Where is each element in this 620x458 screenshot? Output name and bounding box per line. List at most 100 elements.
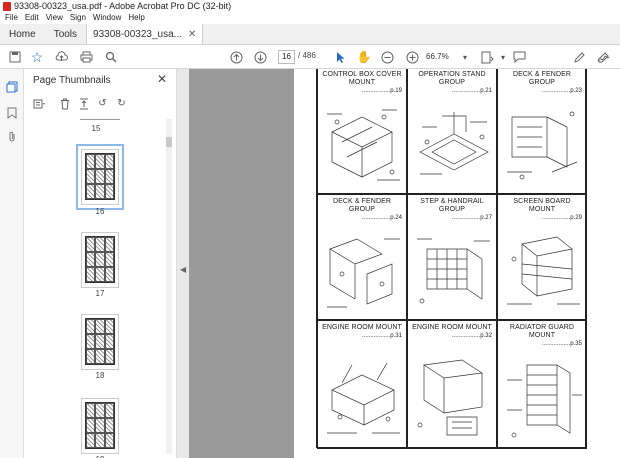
thumbnail-page-18[interactable]: [81, 314, 119, 370]
panel-title: Page Thumbnails: [33, 75, 111, 86]
index-cell[interactable]: CONTROL BOX COVER MOUNT ................…: [317, 69, 407, 194]
menu-sign[interactable]: Sign: [70, 12, 86, 24]
zoom-dropdown-icon[interactable]: ▾: [458, 50, 472, 64]
index-cell[interactable]: DECK & FENDER GROUP .................p.2…: [317, 194, 407, 320]
menu-window[interactable]: Window: [93, 12, 121, 24]
index-cell-page: .................p.35: [541, 341, 582, 347]
thumbnail-label: 15: [91, 124, 101, 133]
page-display-icon[interactable]: [480, 50, 494, 64]
thumbnail-label: 17: [95, 289, 105, 298]
panel-splitter[interactable]: ◀: [177, 69, 189, 458]
parts-diagram: [417, 359, 483, 436]
select-cursor-icon[interactable]: [334, 50, 348, 64]
parts-diagram: [507, 236, 580, 305]
pdf-page: CONTROL BOX COVER MOUNT ................…: [294, 69, 620, 458]
tab-document-label: 93308-00323_usa...: [93, 28, 183, 40]
index-cell-page: .................p.23: [541, 88, 582, 94]
index-cell[interactable]: ENGINE ROOM MOUNT .................p.32: [407, 320, 497, 449]
index-cell[interactable]: RADIATOR GUARD MOUNT .................p.…: [497, 320, 587, 449]
menu-file[interactable]: File: [5, 12, 18, 24]
delete-page-icon[interactable]: [57, 97, 72, 110]
index-cell-title: DECK & FENDER GROUP: [512, 71, 572, 86]
tab-document[interactable]: 93308-00323_usa... ✕: [86, 24, 204, 45]
menu-bar: File Edit View Sign Window Help: [0, 12, 620, 24]
zoom-in-icon[interactable]: [405, 50, 419, 64]
thumbnail-page-19[interactable]: [81, 398, 119, 454]
index-cell[interactable]: OPERATION STAND GROUP .................p…: [407, 69, 497, 194]
window-title: 93308-00323_usa.pdf - Adobe Acrobat Pro …: [14, 1, 232, 11]
index-cell-title: ENGINE ROOM MOUNT: [412, 324, 492, 331]
document-viewer[interactable]: CONTROL BOX COVER MOUNT ................…: [189, 69, 620, 458]
page-number-input[interactable]: 16: [278, 50, 295, 64]
extract-pages-icon[interactable]: [76, 97, 91, 110]
parts-diagram: [327, 238, 400, 308]
index-cell-page: .................p.19: [361, 88, 402, 94]
thumbnail-list: 15 16 17 18 19: [24, 115, 177, 458]
index-cell-page: .................p.32: [451, 333, 492, 339]
tab-home[interactable]: Home: [0, 24, 45, 44]
parts-diagram: [327, 362, 400, 434]
search-icon[interactable]: [104, 50, 118, 64]
index-cell-page: .................p.24: [361, 215, 402, 221]
menu-help[interactable]: Help: [128, 12, 144, 24]
index-cell[interactable]: DECK & FENDER GROUP .................p.2…: [497, 69, 587, 194]
index-cell-title: ENGINE ROOM MOUNT: [322, 324, 402, 331]
parts-diagram: [507, 364, 582, 438]
index-cell-page: .................p.27: [451, 215, 492, 221]
parts-diagram: [327, 109, 400, 181]
page-thumbnails-icon[interactable]: [6, 81, 18, 93]
page-display-dropdown-icon[interactable]: ▾: [496, 50, 510, 64]
page-count: / 486: [298, 51, 316, 60]
tab-tools[interactable]: Tools: [45, 24, 86, 44]
index-cell-page: .................p.29: [541, 215, 582, 221]
index-cell-title: SCREEN BOARD MOUNT: [513, 198, 571, 213]
thumbnail-toolbar: ↺ ↻: [32, 97, 129, 110]
thumbnail-15-edge: [80, 119, 120, 120]
previous-page-icon[interactable]: [229, 50, 243, 64]
window-title-bar: 93308-00323_usa.pdf - Adobe Acrobat Pro …: [0, 0, 620, 12]
parts-diagram: [419, 112, 489, 175]
navigation-rail: [0, 69, 24, 458]
index-cell[interactable]: ENGINE ROOM MOUNT .................p.31: [317, 320, 407, 449]
rotate-clockwise-icon[interactable]: ↻: [114, 97, 129, 110]
bookmark-star-icon[interactable]: ☆: [30, 49, 44, 65]
index-cell-title: DECK & FENDER GROUP: [332, 198, 392, 213]
bookmarks-icon[interactable]: [6, 107, 18, 119]
index-cell-title: STEP & HANDRAIL GROUP: [420, 198, 484, 213]
comment-icon[interactable]: [512, 50, 526, 64]
highlight-pen-icon[interactable]: [572, 50, 586, 64]
thumbnail-page-17[interactable]: [81, 232, 119, 288]
close-icon[interactable]: ✕: [157, 72, 167, 86]
parts-diagram: [507, 111, 578, 180]
thumbnail-label: 16: [95, 207, 105, 216]
index-cell-title: CONTROL BOX COVER MOUNT: [322, 71, 402, 86]
zoom-out-icon[interactable]: [380, 50, 394, 64]
thumbnail-label: 18: [95, 371, 105, 380]
menu-edit[interactable]: Edit: [25, 12, 39, 24]
menu-view[interactable]: View: [46, 12, 63, 24]
rotate-counterclockwise-icon[interactable]: ↺: [95, 97, 110, 110]
thumbnail-page-16[interactable]: [76, 144, 124, 210]
attachments-paperclip-icon[interactable]: [6, 131, 18, 143]
next-page-icon[interactable]: [253, 50, 267, 64]
parts-diagram: [417, 238, 490, 304]
print-icon[interactable]: [79, 50, 93, 64]
upload-cloud-icon[interactable]: [54, 50, 68, 64]
index-cell[interactable]: STEP & HANDRAIL GROUP .................p…: [407, 194, 497, 320]
close-tab-icon[interactable]: ✕: [188, 24, 196, 45]
hand-tool-icon[interactable]: ✋: [357, 50, 372, 64]
parts-index-grid: CONTROL BOX COVER MOUNT ................…: [316, 69, 587, 449]
index-cell-page: .................p.31: [361, 333, 402, 339]
index-cell-page: .................p.21: [451, 88, 492, 94]
acrobat-pdf-icon: [3, 1, 11, 11]
sign-icon[interactable]: [596, 50, 610, 64]
save-icon[interactable]: [8, 50, 22, 64]
tab-bar: Home Tools 93308-00323_usa... ✕: [0, 24, 620, 45]
thumbnail-options-icon[interactable]: [32, 97, 47, 110]
toolbar: ☆ 16 / 486 ✋ 66.7% ▾ ▾: [0, 45, 620, 69]
index-cell-title: RADIATOR GUARD MOUNT: [509, 324, 575, 339]
page-thumbnails-panel: Page Thumbnails ✕ ↺ ↻ 15 16 17 18: [24, 69, 177, 458]
index-cell[interactable]: SCREEN BOARD MOUNT .................p.29: [497, 194, 587, 320]
index-cell-title: OPERATION STAND GROUP: [418, 71, 486, 86]
collapse-panel-arrow-icon[interactable]: ◀: [180, 265, 186, 274]
